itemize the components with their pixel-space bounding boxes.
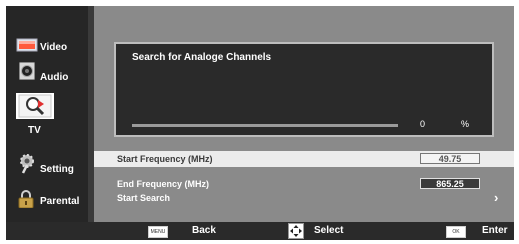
progress-bar (132, 124, 398, 127)
sidebar-item-tv[interactable]: TV (6, 93, 88, 141)
sidebar-item-setting[interactable]: Setting (6, 152, 88, 178)
ok-key-icon: OK (446, 226, 466, 238)
video-icon (16, 38, 38, 57)
sidebar-item-label: TV (28, 125, 41, 136)
enter-hint[interactable]: Enter (482, 222, 508, 240)
menu-key-icon: MENU (148, 226, 168, 238)
sidebar-item-label: Audio (40, 72, 69, 83)
parental-lock-icon (18, 190, 34, 213)
audio-icon (19, 62, 35, 85)
start-frequency-label: Start Frequency (MHz) (117, 154, 213, 164)
start-search-label: Start Search (117, 193, 171, 203)
tv-menu-screen: Video Audio TV Setting Parental Search f… (6, 6, 514, 222)
sidebar-item-parental[interactable]: Parental (6, 190, 88, 214)
start-search-row[interactable]: Start Search › (94, 190, 514, 206)
search-dialog: Search for Analoge Channels 0 % (114, 42, 494, 137)
content-panel: Search for Analoge Channels 0 % Start Fr… (94, 6, 514, 222)
sidebar-item-audio[interactable]: Audio (6, 62, 88, 88)
back-hint[interactable]: Back (192, 222, 216, 240)
start-frequency-field[interactable]: 49.75 (420, 153, 480, 164)
progress-unit: % (461, 119, 470, 129)
sidebar-item-label: Parental (40, 196, 80, 207)
bottom-hint-bar: MENU Back Select OK Enter (6, 222, 514, 240)
end-frequency-field[interactable]: 865.25 (420, 178, 480, 189)
select-hint[interactable]: Select (314, 222, 343, 240)
chevron-right-icon: › (494, 190, 499, 205)
sidebar-item-label: Setting (40, 164, 74, 175)
progress-value: 0 (420, 119, 426, 129)
setting-icon (18, 152, 36, 179)
sidebar-item-video[interactable]: Video (6, 36, 88, 60)
sidebar: Video Audio TV Setting Parental (6, 6, 88, 222)
start-frequency-row[interactable]: Start Frequency (MHz) 49.75 (94, 151, 514, 167)
dpad-icon (288, 223, 304, 244)
end-frequency-label: End Frequency (MHz) (117, 179, 210, 189)
dialog-title: Search for Analoge Channels (132, 52, 272, 63)
tv-search-icon (18, 94, 52, 123)
sidebar-item-label: Video (40, 42, 68, 53)
